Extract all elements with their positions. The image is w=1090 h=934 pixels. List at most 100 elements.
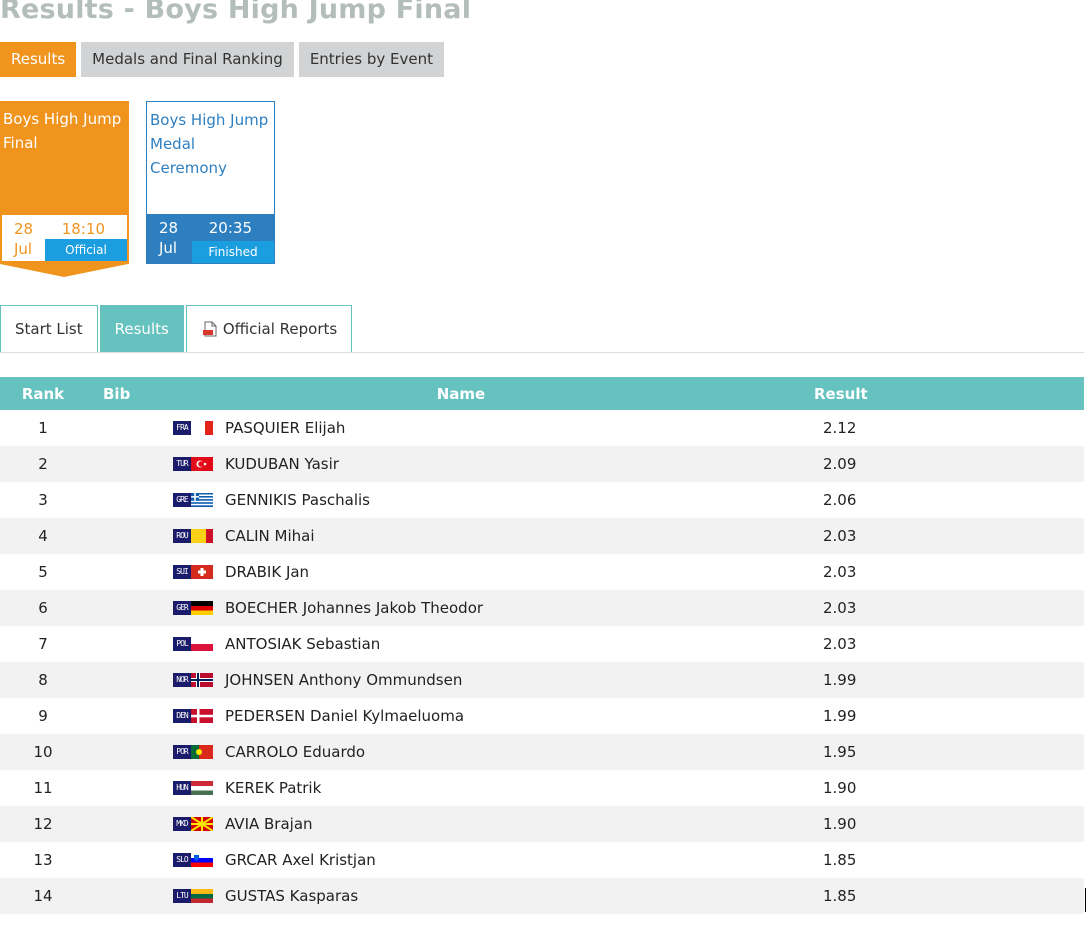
country-code: GER xyxy=(173,601,191,615)
name-cell: MKD AVIA Brajan xyxy=(163,806,759,842)
country-code: POL xyxy=(173,637,191,651)
event-card-footer: 28 Jul 20:35 Finished xyxy=(147,214,274,263)
event-card-date: 28 Jul xyxy=(14,219,33,259)
flag-icon xyxy=(191,853,213,867)
column-header-rank[interactable]: Rank xyxy=(0,377,86,410)
result-value: 2.03 xyxy=(823,527,857,545)
rank-cell: 10 xyxy=(0,734,86,770)
name-cell: POL ANTOSIAK Sebastian xyxy=(163,626,759,662)
result-cell: 1.99 xyxy=(759,698,1084,734)
flag-icon xyxy=(191,601,213,615)
result-value: 1.85 xyxy=(823,851,857,869)
country-code: NOR xyxy=(173,673,191,687)
table-row[interactable]: 13 SLO GRCAR Axel Kristjan 1.85 xyxy=(0,842,1084,878)
athlete-name[interactable]: CALIN Mihai xyxy=(225,527,314,545)
column-header-bib[interactable]: Bib xyxy=(86,377,163,410)
bib-cell xyxy=(86,662,163,698)
table-row[interactable]: 4 ROU CALIN Mihai 2.03 xyxy=(0,518,1084,554)
table-row[interactable]: 3 GRE GENNIKIS Paschalis 2.06 xyxy=(0,482,1084,518)
event-card-day: 28 xyxy=(14,220,34,238)
athlete-name[interactable]: PASQUIER Elijah xyxy=(225,419,345,437)
athlete-name[interactable]: DRABIK Jan xyxy=(225,563,309,581)
bib-cell xyxy=(86,446,163,482)
result-cell: 2.09 xyxy=(759,446,1084,482)
country-flag-icon: ROU xyxy=(173,529,213,543)
table-row[interactable]: 7 POL ANTOSIAK Sebastian 2.03 xyxy=(0,626,1084,662)
country-flag-icon: TUR xyxy=(173,457,213,471)
country-flag-icon: GER xyxy=(173,601,213,615)
athlete-name[interactable]: PEDERSEN Daniel Kylmaeluoma xyxy=(225,707,464,725)
flag-icon xyxy=(191,781,213,795)
column-header-name[interactable]: Name xyxy=(163,377,759,410)
athlete-name[interactable]: AVIA Brajan xyxy=(225,815,313,833)
rank-cell: 8 xyxy=(0,662,86,698)
bib-cell xyxy=(86,518,163,554)
country-code: POR xyxy=(173,745,191,759)
table-row[interactable]: 1 FRA PASQUIER Elijah 2.12 xyxy=(0,410,1084,446)
athlete-name[interactable]: GRCAR Axel Kristjan xyxy=(225,851,376,869)
tab-label: Start List xyxy=(15,319,83,338)
table-row[interactable]: 6 GER BOECHER Johannes Jakob Theodor 2.03 xyxy=(0,590,1084,626)
event-card-title: Boys High Jump Final xyxy=(3,110,122,152)
bib-cell xyxy=(86,842,163,878)
athlete-name[interactable]: ANTOSIAK Sebastian xyxy=(225,635,380,653)
country-code: TUR xyxy=(173,457,191,471)
top-tab-bar: Results Medals and Final Ranking Entries… xyxy=(0,42,444,77)
athlete-name[interactable]: JOHNSEN Anthony Ommundsen xyxy=(225,671,462,689)
name-cell: GRE GENNIKIS Paschalis xyxy=(163,482,759,518)
event-card-medal-ceremony[interactable]: Boys High Jump Medal Ceremony 28 Jul 20:… xyxy=(146,101,275,264)
table-row[interactable]: 11 HUN KEREK Patrik 1.90 xyxy=(0,770,1084,806)
athlete-name[interactable]: KEREK Patrik xyxy=(225,779,321,797)
result-cell: 2.03 xyxy=(759,626,1084,662)
table-row[interactable]: 12 MKD AVIA Brajan 1.90 xyxy=(0,806,1084,842)
bib-cell xyxy=(86,410,163,446)
name-cell: TUR KUDUBAN Yasir xyxy=(163,446,759,482)
athlete-name[interactable]: GUSTAS Kasparas xyxy=(225,887,358,905)
tab-results-list[interactable]: Results xyxy=(99,305,184,352)
result-value: 1.99 xyxy=(823,671,857,689)
tab-entries-by-event[interactable]: Entries by Event xyxy=(298,42,444,77)
table-row[interactable]: 5 SUI DRABIK Jan 2.03 xyxy=(0,554,1084,590)
table-row[interactable]: 9 DEN PEDERSEN Daniel Kylmaeluoma 1.99 xyxy=(0,698,1084,734)
country-flag-icon: FRA xyxy=(173,421,213,435)
flag-icon xyxy=(191,421,213,435)
name-cell: ROU CALIN Mihai xyxy=(163,518,759,554)
event-card-month: Jul xyxy=(159,239,178,257)
result-cell: 1.85 xyxy=(759,878,1084,914)
athlete-name[interactable]: KUDUBAN Yasir xyxy=(225,455,339,473)
table-row[interactable]: 2 TUR KUDUBAN Yasir 2.09 xyxy=(0,446,1084,482)
sub-tab-bar: Start List Results Official Reports xyxy=(0,305,353,352)
table-row[interactable]: 10 POR CARROLO Eduardo 1.95 xyxy=(0,734,1084,770)
tab-start-list[interactable]: Start List xyxy=(0,305,98,352)
column-header-result[interactable]: Result xyxy=(759,377,1084,410)
athlete-name[interactable]: BOECHER Johannes Jakob Theodor xyxy=(225,599,483,617)
table-row[interactable]: 8 NOR JOHNSEN Anthony Ommundsen 1.99 xyxy=(0,662,1084,698)
name-cell: POR CARROLO Eduardo xyxy=(163,734,759,770)
athlete-name[interactable]: GENNIKIS Paschalis xyxy=(225,491,370,509)
country-code: MKD xyxy=(173,817,191,831)
result-cell: 2.12 xyxy=(759,410,1084,446)
result-value: 2.09 xyxy=(823,455,857,473)
result-value: 1.90 xyxy=(823,815,857,833)
table-row[interactable]: 14 LTU GUSTAS Kasparas 1.85 xyxy=(0,878,1084,914)
tab-official-reports[interactable]: Official Reports xyxy=(185,305,353,352)
name-cell: LTU GUSTAS Kasparas xyxy=(163,878,759,914)
country-code: LTU xyxy=(173,889,191,903)
rank-cell: 6 xyxy=(0,590,86,626)
result-cell: 2.03 xyxy=(759,590,1084,626)
result-value: 2.03 xyxy=(823,599,857,617)
flag-icon xyxy=(191,673,213,687)
athlete-name[interactable]: CARROLO Eduardo xyxy=(225,743,365,761)
result-cell: 1.95 xyxy=(759,734,1084,770)
result-value: 2.12 xyxy=(823,419,857,437)
tab-medals-final-ranking[interactable]: Medals and Final Ranking xyxy=(81,42,294,77)
result-value: 1.99 xyxy=(823,707,857,725)
name-cell: GER BOECHER Johannes Jakob Theodor xyxy=(163,590,759,626)
country-flag-icon: DEN xyxy=(173,709,213,723)
country-code: SUI xyxy=(173,565,191,579)
event-card-time: 18:10 xyxy=(61,220,105,238)
event-card-final[interactable]: Boys High Jump Final 28 Jul 18:10 Offici… xyxy=(0,101,129,264)
tab-results[interactable]: Results xyxy=(0,42,77,77)
result-value: 2.03 xyxy=(823,635,857,653)
result-value: 1.90 xyxy=(823,779,857,797)
